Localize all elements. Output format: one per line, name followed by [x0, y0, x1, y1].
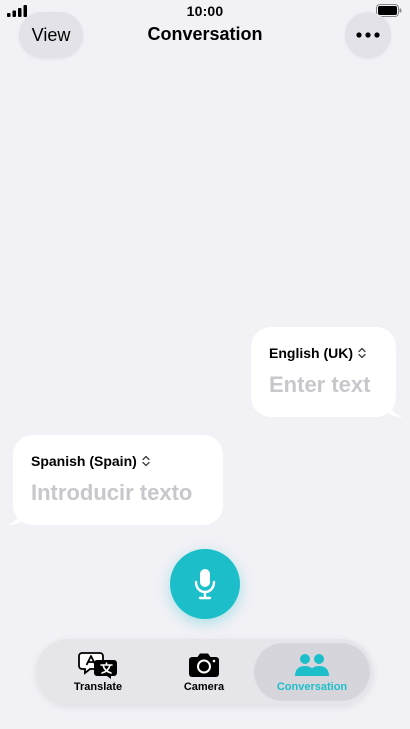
tab-conversation-label: Conversation [276, 681, 348, 693]
target-language-label: Spanish (Spain) [31, 453, 137, 469]
source-language-label: English (UK) [269, 345, 353, 361]
bubble-tail [7, 511, 21, 525]
source-language-selector[interactable]: English (UK) [269, 345, 367, 361]
source-text-input[interactable]: Enter text [269, 372, 370, 398]
camera-icon [189, 653, 219, 677]
ellipsis-icon [356, 32, 380, 38]
target-language-selector[interactable]: Spanish (Spain) [31, 453, 151, 469]
bubble-tail [389, 403, 403, 417]
microphone-button[interactable] [170, 549, 240, 619]
target-text-input[interactable]: Introducir texto [31, 480, 192, 506]
chevron-up-down-icon [142, 455, 150, 467]
tab-conversation[interactable]: Conversation [254, 643, 370, 701]
tab-translate-label: Translate [73, 681, 123, 693]
translate-icon [78, 652, 117, 679]
chevron-up-down-icon [358, 347, 366, 359]
people-icon [295, 654, 329, 676]
target-text-bubble[interactable]: Spanish (Spain) Introducir texto [7, 435, 223, 525]
tab-translate[interactable]: Translate [48, 639, 148, 705]
tab-camera-label: Camera [183, 681, 225, 693]
source-text-bubble[interactable]: English (UK) Enter text [251, 327, 403, 417]
tab-camera[interactable]: Camera [154, 639, 254, 705]
microphone-icon [194, 569, 216, 600]
more-options-button[interactable] [345, 12, 391, 58]
tab-bar: Translate Camera Conversation [36, 639, 373, 705]
